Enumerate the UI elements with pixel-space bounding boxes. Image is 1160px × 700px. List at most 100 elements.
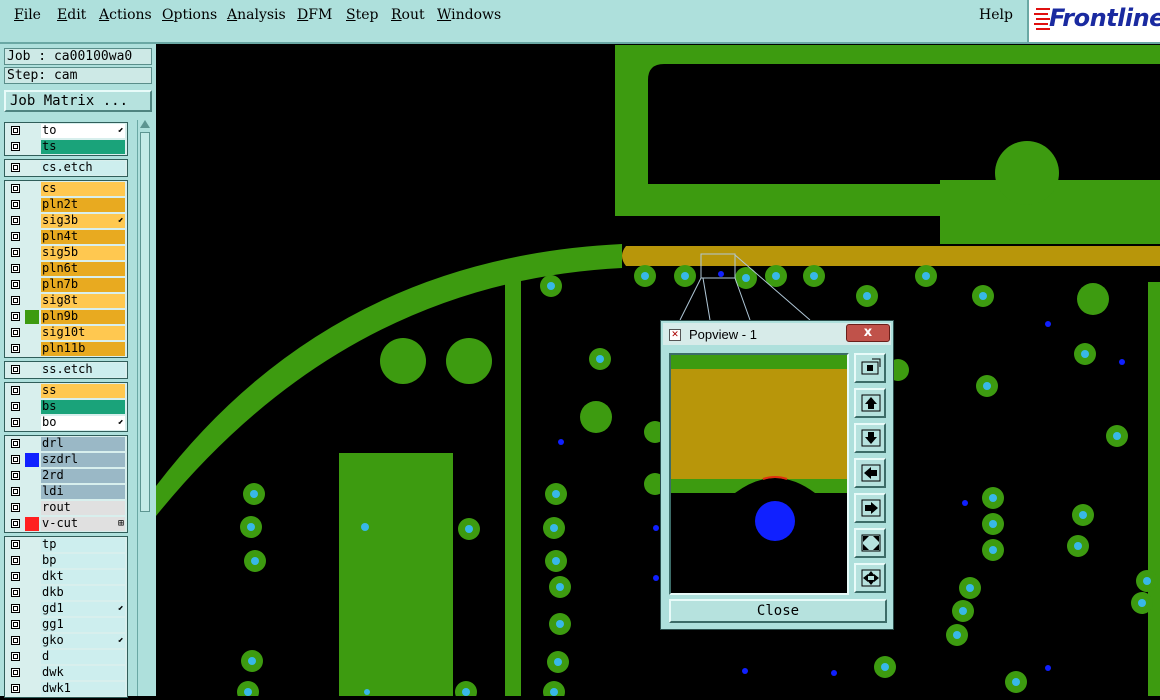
layer-checkbox[interactable] [11, 439, 20, 448]
layer-name[interactable]: bp [41, 554, 125, 568]
layer-checkbox[interactable] [11, 200, 20, 209]
layer-checkbox[interactable] [11, 540, 20, 549]
job-matrix-button[interactable]: Job Matrix ... [4, 90, 152, 112]
layer-name[interactable]: pln7b [41, 278, 125, 292]
pan-down-button[interactable] [854, 423, 886, 453]
layer-name[interactable]: cs.etch [41, 161, 125, 175]
layer-color-swatch[interactable] [25, 246, 39, 260]
layer-name[interactable]: v-cut ⊞ [41, 517, 125, 531]
layer-name[interactable]: sig10t [41, 326, 125, 340]
layer-color-swatch[interactable] [25, 437, 39, 451]
layer-checkbox[interactable] [11, 296, 20, 305]
layer-row-pln9b[interactable]: pln9b [5, 309, 127, 325]
scroll-up-icon[interactable] [140, 120, 150, 128]
layer-color-swatch[interactable] [25, 140, 39, 154]
layer-row-szdrl[interactable]: szdrl [5, 452, 127, 468]
layer-name[interactable]: dwk1 [41, 682, 125, 696]
layer-row-sig10t[interactable]: sig10t [5, 325, 127, 341]
layer-row-bp[interactable]: bp [5, 553, 127, 569]
layer-row-drl[interactable]: drl [5, 436, 127, 452]
layer-checkbox[interactable] [11, 142, 20, 151]
layer-row-2rd[interactable]: 2rd [5, 468, 127, 484]
menu-edit[interactable]: Edit [57, 7, 86, 23]
layer-name[interactable]: pln4t [41, 230, 125, 244]
menu-rout[interactable]: Rout [391, 7, 425, 23]
layer-color-swatch[interactable] [25, 310, 39, 324]
layer-color-swatch[interactable] [25, 198, 39, 212]
layer-name[interactable]: tp [41, 538, 125, 552]
layer-checkbox[interactable] [11, 328, 20, 337]
layer-checkbox[interactable] [11, 280, 20, 289]
layer-name[interactable]: gd1 ⬋ [41, 602, 125, 616]
layer-scrollbar[interactable] [137, 120, 153, 696]
layer-color-swatch[interactable] [25, 384, 39, 398]
layer-row-dkt[interactable]: dkt [5, 569, 127, 585]
layer-color-swatch[interactable] [25, 161, 39, 175]
layer-row-pln2t[interactable]: pln2t [5, 197, 127, 213]
layer-checkbox[interactable] [11, 312, 20, 321]
layer-color-swatch[interactable] [25, 278, 39, 292]
layer-name[interactable]: cs [41, 182, 125, 196]
layer-checkbox[interactable] [11, 487, 20, 496]
menu-dfm[interactable]: DFM [297, 7, 332, 23]
layer-name[interactable]: gko ⬋ [41, 634, 125, 648]
layer-name[interactable]: drl [41, 437, 125, 451]
layer-checkbox[interactable] [11, 652, 20, 661]
layer-row-cs.etch[interactable]: cs.etch [5, 160, 127, 176]
layer-checkbox[interactable] [11, 344, 20, 353]
menu-help[interactable]: Help [979, 7, 1013, 23]
layer-checkbox[interactable] [11, 248, 20, 257]
layer-row-sig5b[interactable]: sig5b [5, 245, 127, 261]
layer-row-gd1[interactable]: gd1 ⬋ [5, 601, 127, 617]
layer-checkbox[interactable] [11, 126, 20, 135]
pan-left-button[interactable] [854, 458, 886, 488]
layer-name[interactable]: sig3b ⬋ [41, 214, 125, 228]
layer-name[interactable]: pln11b [41, 342, 125, 356]
layer-color-swatch[interactable] [25, 326, 39, 340]
layer-checkbox[interactable] [11, 232, 20, 241]
layer-color-swatch[interactable] [25, 501, 39, 515]
layer-name[interactable]: bo ⬋ [41, 416, 125, 430]
layer-color-swatch[interactable] [25, 469, 39, 483]
layer-row-pln7b[interactable]: pln7b [5, 277, 127, 293]
layer-name[interactable]: dkb [41, 586, 125, 600]
layer-checkbox[interactable] [11, 455, 20, 464]
graphics-canvas[interactable] [156, 44, 1160, 700]
layer-name[interactable]: szdrl [41, 453, 125, 467]
layer-row-gko[interactable]: gko ⬋ [5, 633, 127, 649]
layer-name[interactable]: dkt [41, 570, 125, 584]
layer-checkbox[interactable] [11, 264, 20, 273]
layer-row-pln6t[interactable]: pln6t [5, 261, 127, 277]
layer-name[interactable]: pln6t [41, 262, 125, 276]
layer-row-dwk1[interactable]: dwk1 [5, 681, 127, 697]
layer-checkbox[interactable] [11, 216, 20, 225]
layer-color-swatch[interactable] [25, 650, 39, 664]
zoom-in-button[interactable] [854, 563, 886, 593]
layer-checkbox[interactable] [11, 684, 20, 693]
layer-checkbox[interactable] [11, 365, 20, 374]
layer-checkbox[interactable] [11, 604, 20, 613]
layer-color-swatch[interactable] [25, 618, 39, 632]
layer-row-v-cut[interactable]: v-cut ⊞ [5, 516, 127, 532]
zoom-window-button[interactable] [854, 353, 886, 383]
layer-checkbox[interactable] [11, 636, 20, 645]
popview-close-button[interactable]: Close [669, 599, 887, 623]
layer-color-swatch[interactable] [25, 602, 39, 616]
layer-checkbox[interactable] [11, 184, 20, 193]
layer-color-swatch[interactable] [25, 214, 39, 228]
menu-actions[interactable]: Actions [99, 7, 152, 23]
layer-color-swatch[interactable] [25, 538, 39, 552]
layer-row-pln4t[interactable]: pln4t [5, 229, 127, 245]
layer-color-swatch[interactable] [25, 342, 39, 356]
layer-checkbox[interactable] [11, 471, 20, 480]
layer-name[interactable]: d [41, 650, 125, 664]
menu-file[interactable]: File [14, 7, 41, 23]
layer-row-dkb[interactable]: dkb [5, 585, 127, 601]
pan-up-button[interactable] [854, 388, 886, 418]
layer-row-d[interactable]: d [5, 649, 127, 665]
layer-name[interactable]: rout [41, 501, 125, 515]
layer-checkbox[interactable] [11, 519, 20, 528]
layer-color-swatch[interactable] [25, 363, 39, 377]
menu-options[interactable]: Options [162, 7, 217, 23]
layer-row-pln11b[interactable]: pln11b [5, 341, 127, 357]
